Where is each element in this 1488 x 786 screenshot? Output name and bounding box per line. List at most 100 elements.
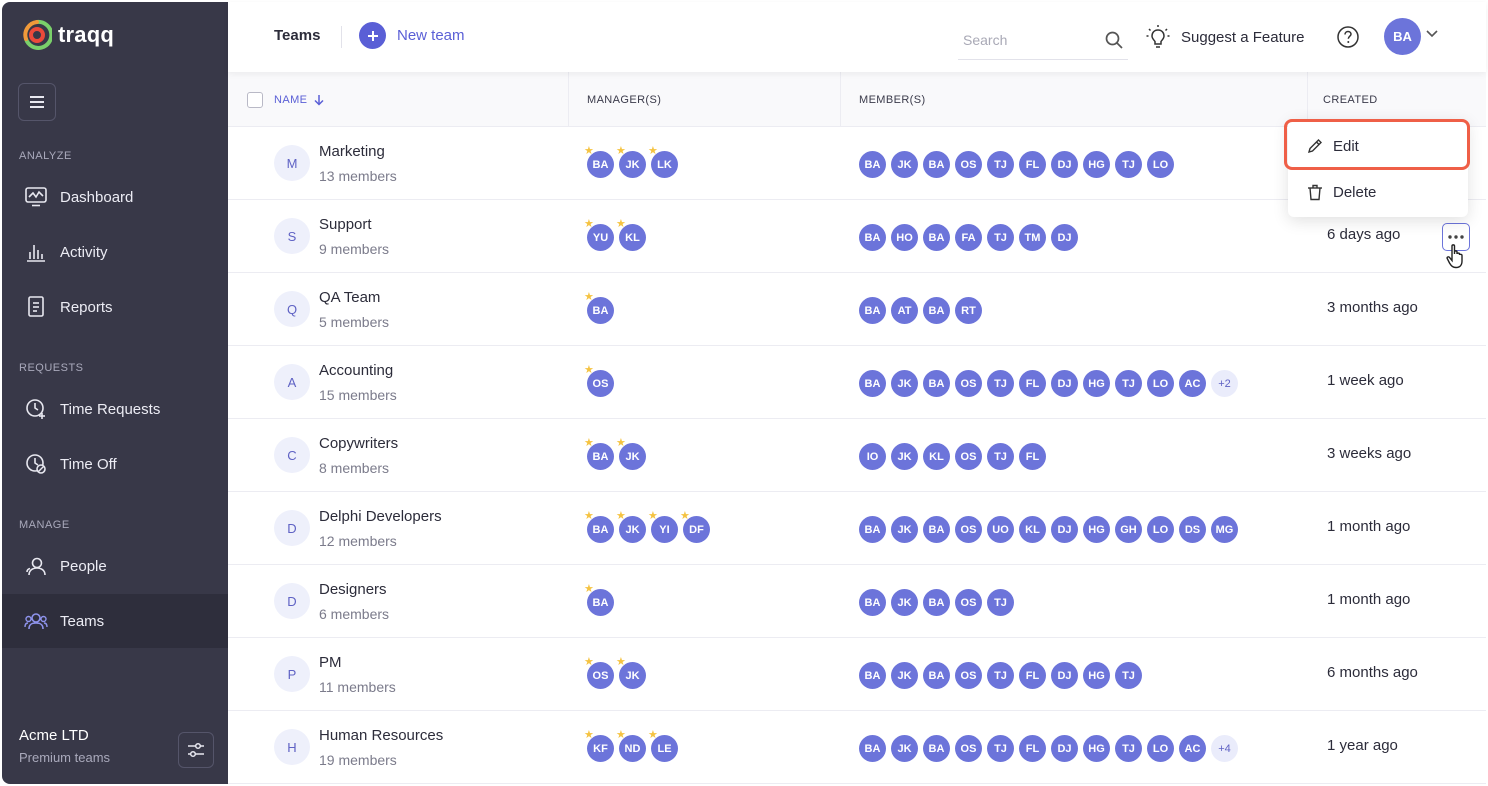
member-avatar[interactable]: UO [987,516,1014,543]
member-avatar[interactable]: KL [923,443,950,470]
member-avatar[interactable]: TM [1019,224,1046,251]
member-avatar[interactable]: OS [955,735,982,762]
menu-item-delete[interactable]: Delete [1288,170,1468,214]
sidebar-item-dashboard[interactable]: Dashboard [2,170,228,224]
member-avatar[interactable]: FA [955,224,982,251]
help-button[interactable] [1336,25,1360,54]
table-row[interactable]: H Human Resources 19 members ★ KF ★ ND ★ LE BA JK B… [228,711,1486,784]
member-avatar[interactable]: DJ [1051,662,1078,689]
member-avatar[interactable]: AT [891,297,918,324]
team-name[interactable]: Support [319,216,372,233]
more-members-badge[interactable]: +4 [1211,735,1238,762]
member-avatar[interactable]: HG [1083,662,1110,689]
sidebar-item-time-requests[interactable]: Time Requests [2,382,228,436]
member-avatar[interactable]: JK [891,370,918,397]
search-input[interactable] [958,31,1098,48]
member-avatar[interactable]: FL [1019,662,1046,689]
member-avatar[interactable]: BA [923,589,950,616]
member-avatar[interactable]: OS [955,589,982,616]
manager-avatar[interactable]: ★ LK [648,146,678,178]
member-avatar[interactable]: DJ [1051,370,1078,397]
manager-avatar[interactable]: ★ BA [584,511,614,543]
manager-avatar[interactable]: ★ BA [584,292,614,324]
member-avatar[interactable]: TJ [987,151,1014,178]
manager-avatar[interactable]: ★ YI [648,511,678,543]
member-avatar[interactable]: JK [891,735,918,762]
member-avatar[interactable]: MG [1211,516,1238,543]
table-row[interactable]: Q QA Team 5 members ★ BA BA AT BA RT 3 months ago [228,273,1486,346]
user-avatar[interactable]: BA [1384,18,1421,55]
member-avatar[interactable]: JK [891,151,918,178]
member-avatar[interactable]: HG [1083,735,1110,762]
member-avatar[interactable]: BA [859,589,886,616]
manager-avatar[interactable]: ★ YU [584,219,614,251]
manager-avatar[interactable]: ★ OS [584,657,614,689]
member-avatar[interactable]: BA [859,516,886,543]
member-avatar[interactable]: DJ [1051,516,1078,543]
manager-avatar[interactable]: ★ ND [616,730,646,762]
member-avatar[interactable]: JK [891,589,918,616]
member-avatar[interactable]: TJ [987,224,1014,251]
member-avatar[interactable]: BA [859,662,886,689]
member-avatar[interactable]: RT [955,297,982,324]
member-avatar[interactable]: FL [1019,151,1046,178]
organization-settings-button[interactable] [178,732,214,768]
member-avatar[interactable]: HG [1083,151,1110,178]
manager-avatar[interactable]: ★ JK [616,511,646,543]
table-row[interactable]: P PM 11 members ★ OS ★ JK BA JK BA OS TJ FL DJ HG TJ 6 m… [228,638,1486,711]
team-name[interactable]: PM [319,654,342,671]
member-avatar[interactable]: OS [955,151,982,178]
manager-avatar[interactable]: ★ JK [616,146,646,178]
member-avatar[interactable]: OS [955,662,982,689]
team-name[interactable]: Delphi Developers [319,508,442,525]
member-avatar[interactable]: AC [1179,735,1206,762]
member-avatar[interactable]: BA [923,297,950,324]
member-avatar[interactable]: BA [923,224,950,251]
manager-avatar[interactable]: ★ DF [680,511,710,543]
member-avatar[interactable]: TJ [987,589,1014,616]
manager-avatar[interactable]: ★ BA [584,146,614,178]
manager-avatar[interactable]: ★ JK [616,438,646,470]
sidebar-item-teams[interactable]: Teams [2,594,228,648]
suggest-feature-button[interactable]: Suggest a Feature [1146,24,1304,50]
member-avatar[interactable]: LO [1147,151,1174,178]
member-avatar[interactable]: KL [1019,516,1046,543]
member-avatar[interactable]: TJ [1115,662,1142,689]
member-avatar[interactable]: DJ [1051,735,1078,762]
member-avatar[interactable]: DJ [1051,151,1078,178]
member-avatar[interactable]: IO [859,443,886,470]
member-avatar[interactable]: LO [1147,516,1174,543]
table-row[interactable]: A Accounting 15 members ★ OS BA JK BA OS TJ FL DJ HG… [228,346,1486,419]
manager-avatar[interactable]: ★ BA [584,584,614,616]
member-avatar[interactable]: HO [891,224,918,251]
member-avatar[interactable]: FL [1019,443,1046,470]
member-avatar[interactable]: HG [1083,370,1110,397]
member-avatar[interactable]: BA [923,516,950,543]
member-avatar[interactable]: JK [891,443,918,470]
more-members-badge[interactable]: +2 [1211,370,1238,397]
column-header-name[interactable]: NAME [274,72,325,127]
select-all-checkbox[interactable] [247,92,263,108]
member-avatar[interactable]: BA [923,370,950,397]
manager-avatar[interactable]: ★ KF [584,730,614,762]
team-name[interactable]: Marketing [319,143,385,160]
sidebar-item-reports[interactable]: Reports [2,280,228,334]
member-avatar[interactable]: TJ [1115,151,1142,178]
member-avatar[interactable]: BA [859,224,886,251]
manager-avatar[interactable]: ★ KL [616,219,646,251]
member-avatar[interactable]: TJ [987,662,1014,689]
sidebar-item-people[interactable]: People [2,539,228,593]
manager-avatar[interactable]: ★ LE [648,730,678,762]
member-avatar[interactable]: TJ [1115,370,1142,397]
member-avatar[interactable]: BA [923,151,950,178]
chevron-down-icon[interactable] [1426,30,1438,38]
member-avatar[interactable]: FL [1019,370,1046,397]
member-avatar[interactable]: OS [955,370,982,397]
member-avatar[interactable]: TJ [987,370,1014,397]
member-avatar[interactable]: FL [1019,735,1046,762]
member-avatar[interactable]: GH [1115,516,1142,543]
logo[interactable]: traqq [22,18,114,52]
team-name[interactable]: QA Team [319,289,380,306]
table-row[interactable]: D Designers 6 members ★ BA BA JK BA OS TJ 1 month … [228,565,1486,638]
menu-toggle-button[interactable] [18,83,56,121]
